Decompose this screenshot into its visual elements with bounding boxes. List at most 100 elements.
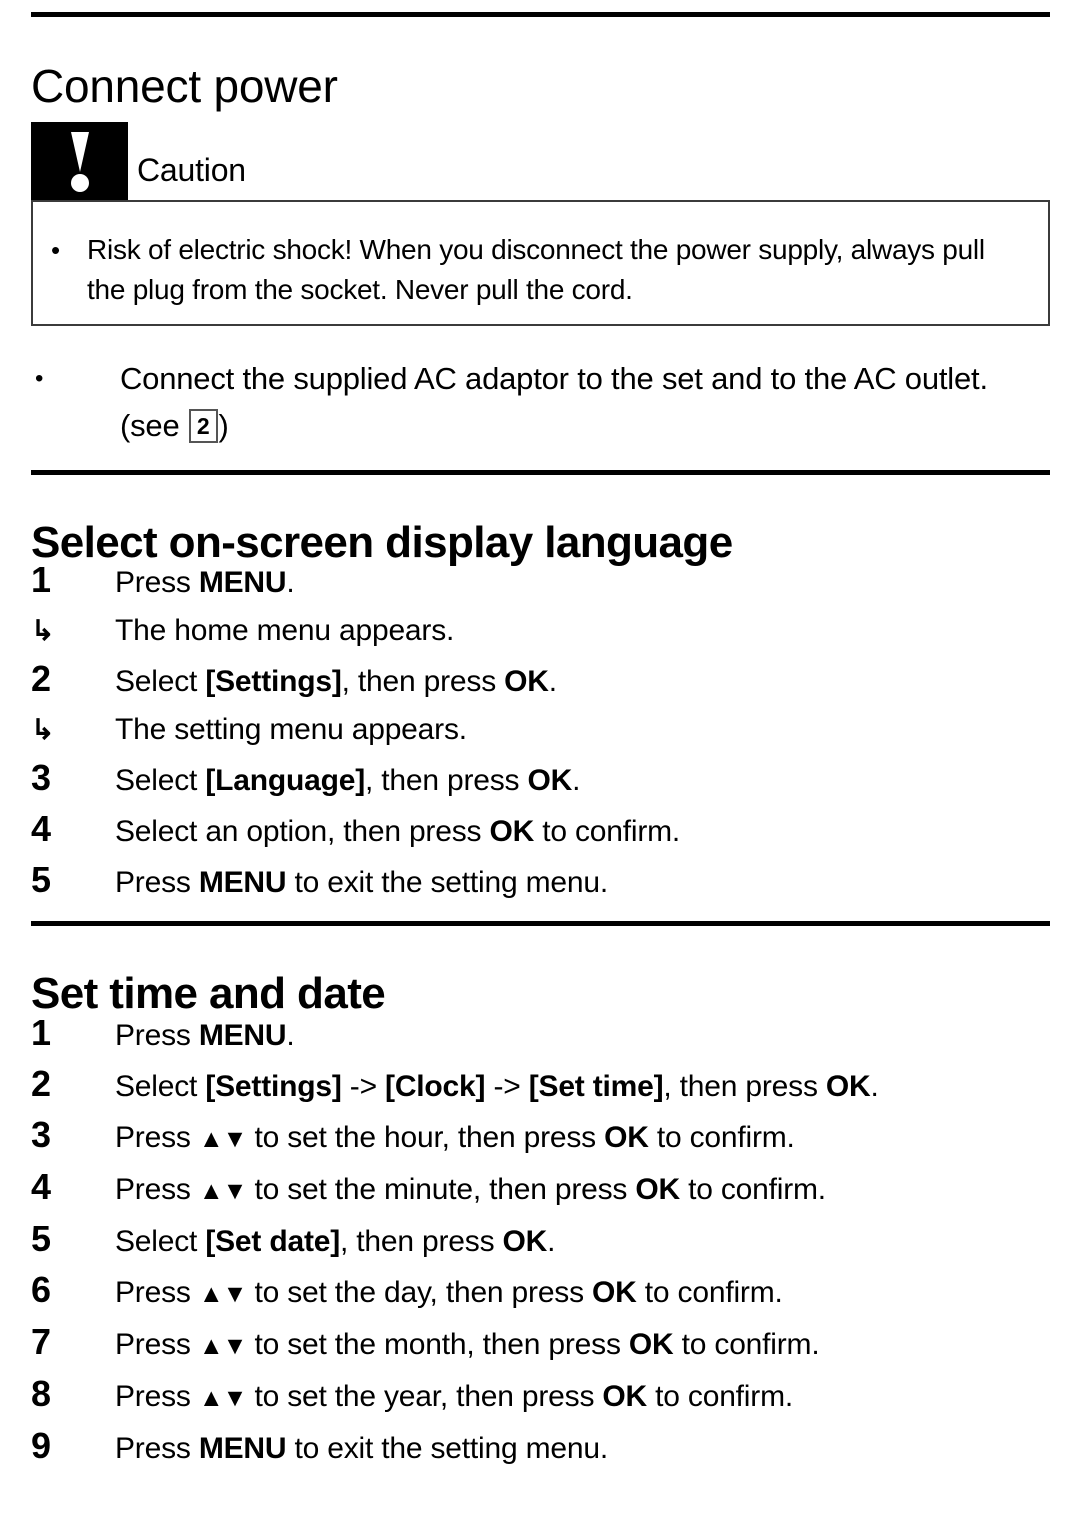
bullet-marker-icon: • [51,235,61,265]
step-number: 6 [31,1269,52,1310]
step-text-fragment: Select [115,1070,206,1103]
step-text-fragment: to set the year, then press [246,1380,603,1413]
step-row: 5 Press MENU to exit the setting menu. [31,856,1050,907]
step-row: 3 Press ▲▼ to set the hour, then press OK… [31,1111,1050,1163]
step-result-text: The home menu appears. [115,614,455,647]
step-text-fragment: [Settings] [205,665,342,698]
step-text-fragment: , then press [365,764,528,797]
caution-label: Caution [137,152,246,188]
step-text-fragment: . [870,1070,879,1103]
step-number: 4 [31,808,52,849]
step-text-fragment: OK [527,764,573,797]
step-number: 1 [31,1012,52,1053]
step-text-fragment: OK [602,1380,648,1413]
step-text-fragment: to exit the setting menu. [286,866,609,899]
step-text-fragment: OK [635,1173,680,1206]
step-text-fragment: to confirm. [534,815,681,848]
step-number: 3 [31,1114,52,1155]
step-text-fragment: [Language] [205,764,365,797]
step-text-fragment: to confirm. [673,1328,820,1361]
step-instruction-text: Select [Language], then press OK. [115,757,580,805]
step-text-fragment: -> [341,1070,386,1103]
caution-box: • Risk of electric shock! When you disco… [31,200,1050,326]
step-row: 6 Press ▲▼ to set the day, then press OK … [31,1266,1050,1318]
connect-adaptor-bullet-item: • Connect the supplied AC adaptor to the… [31,355,1031,449]
step-row: 3 Select [Language], then press OK. [31,754,1050,805]
step-instruction-text: Press MENU to exit the setting menu. [115,859,608,907]
step-row: 2 Select [Settings] -> [Clock] -> [Set ti… [31,1060,1050,1111]
up-down-arrows-icon: ▲▼ [198,1332,247,1360]
step-text-fragment: Select an option, then press [115,815,490,848]
up-down-arrows-icon: ▲▼ [198,1280,247,1308]
caution-bullet-item: • Risk of electric shock! When you disco… [47,230,1030,310]
step-number: 8 [31,1373,52,1414]
step-text-fragment: Press [115,1019,199,1052]
step-text-fragment: MENU [198,566,287,599]
step-row: 5 Select [Set date], then press OK. [31,1215,1050,1266]
step-row: 8 Press ▲▼ to set the year, then press OK… [31,1370,1050,1422]
up-down-arrows-icon: ▲▼ [198,1384,247,1412]
step-text-fragment: to set the minute, then press [246,1173,636,1206]
step-text-fragment: Press [115,1380,199,1413]
step-text-fragment: to confirm. [636,1276,783,1309]
step-text-fragment: Press [115,1276,199,1309]
step-instruction-text: Press ▲▼ to set the year, then press OK … [115,1373,793,1422]
step-text-fragment: . [286,1019,295,1052]
caution-header: Caution [31,122,246,200]
step-number: 5 [31,859,52,900]
caution-exclamation-icon [31,122,128,200]
section-divider-rule [31,12,1050,17]
step-text-fragment: OK [592,1276,637,1309]
step-text-fragment: OK [604,1121,649,1154]
result-arrow-icon: ↳ [31,714,55,745]
step-result-row: ↳ The home menu appears. [31,607,1050,655]
step-text-fragment: to confirm. [679,1173,826,1206]
step-row: 4 Select an option, then press OK to conf… [31,805,1050,856]
step-number: 3 [31,757,52,798]
step-text-fragment: , then press [341,665,505,698]
step-text-fragment: OK [825,1070,871,1103]
step-number: 2 [31,1063,52,1104]
step-text-fragment: -> [485,1070,529,1103]
step-text-fragment: Press [115,1432,199,1465]
step-text-fragment: to confirm. [647,1380,793,1413]
step-instruction-text: Press ▲▼ to set the hour, then press OK … [115,1114,795,1163]
exclamation-stem-shape [70,132,89,172]
step-result-row: ↳ The setting menu appears. [31,706,1050,754]
step-text-fragment: MENU [198,1019,287,1052]
step-text-fragment: [Clock] [385,1070,486,1103]
section-heading-connect-power: Connect power [31,59,338,112]
step-row: 2 Select [Settings], then press OK. [31,655,1050,706]
step-instruction-text: Select an option, then press OK to confi… [115,808,680,856]
step-number: 1 [31,559,52,600]
step-instruction-text: Press MENU. [115,559,295,607]
exclamation-dot-shape [70,174,89,192]
step-text-fragment: [Set time] [528,1070,664,1103]
connect-adaptor-text-before: Connect the supplied AC adaptor to the s… [120,361,988,443]
step-text-fragment: to set the hour, then press [246,1121,605,1154]
figure-reference-box: 2 [188,409,218,443]
step-instruction-text: Press MENU to exit the setting menu. [115,1425,608,1473]
step-text-fragment: Select [115,665,206,698]
step-text-fragment: Press [115,1121,199,1154]
step-text-fragment: MENU [198,1432,287,1465]
step-text-fragment: . [572,764,581,797]
step-instruction-text: Select [Settings], then press OK. [115,658,557,706]
step-number: 9 [31,1425,52,1466]
step-instruction-text: Press MENU. [115,1012,295,1060]
section-divider-rule [31,921,1050,926]
step-text-fragment: Press [115,1328,199,1361]
step-list-set-time-date: 1 Press MENU. 2 Select [Settings] -> [Clock… [31,1009,1050,1473]
step-instruction-text: Select [Settings] -> [Clock] -> [Set tim… [115,1063,879,1111]
step-number: 5 [31,1218,52,1259]
section-divider-rule [31,470,1050,475]
step-text-fragment: Press [115,566,199,599]
step-text-fragment: [Set date] [205,1225,341,1258]
manual-page: Connect power Caution • Risk of electric… [0,0,1080,1532]
step-text-fragment: . [286,566,295,599]
step-result-text: The setting menu appears. [115,713,467,746]
step-row: 1 Press MENU. [31,556,1050,607]
step-row: 4 Press ▲▼ to set the minute, then press … [31,1163,1050,1215]
step-text-fragment: . [547,1225,556,1258]
step-row: 1 Press MENU. [31,1009,1050,1060]
